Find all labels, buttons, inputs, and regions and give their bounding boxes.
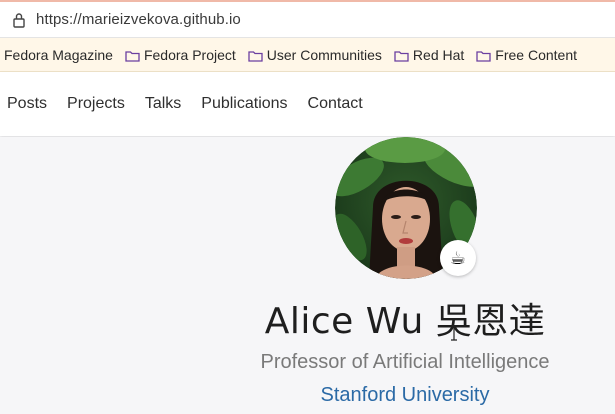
nav-contact[interactable]: Contact bbox=[308, 95, 363, 113]
profile-role: Professor of Artificial Intelligence bbox=[260, 351, 550, 373]
bookmark-fedora-magazine[interactable]: Fedora Magazine bbox=[4, 47, 113, 63]
bookmark-label: User Communities bbox=[266, 46, 382, 63]
folder-icon bbox=[394, 49, 409, 62]
coffee-icon: ☕ bbox=[449, 247, 467, 268]
bookmarks-bar: Fedora Magazine Fedora Project User Comm… bbox=[0, 38, 615, 72]
bookmark-label: Red Hat bbox=[412, 46, 465, 63]
lock-icon[interactable] bbox=[12, 12, 26, 28]
profile-name: Alice Wu 吳恩達 bbox=[264, 301, 546, 342]
nav-posts[interactable]: Posts bbox=[7, 95, 47, 113]
url-text[interactable]: https://marieizvekova.github.io bbox=[36, 11, 241, 28]
status-badge[interactable]: ☕ bbox=[440, 240, 476, 276]
text-cursor-icon bbox=[450, 325, 458, 341]
address-bar[interactable]: https://marieizvekova.github.io bbox=[0, 2, 615, 38]
bookmark-label: Fedora Magazine bbox=[4, 46, 113, 63]
folder-icon bbox=[476, 49, 491, 62]
bookmark-folder-red-hat[interactable]: Red Hat bbox=[394, 47, 464, 63]
nav-publications[interactable]: Publications bbox=[201, 95, 287, 113]
nav-talks[interactable]: Talks bbox=[145, 95, 181, 113]
bookmark-label: Free Content bbox=[495, 46, 577, 63]
bookmark-folder-free-content[interactable]: Free Content bbox=[476, 47, 577, 63]
site-nav: Posts Projects Talks Publications Contac… bbox=[0, 72, 615, 136]
folder-icon bbox=[125, 49, 140, 62]
profile-organization-link[interactable]: Stanford University bbox=[0, 384, 615, 407]
bookmark-folder-fedora-project[interactable]: Fedora Project bbox=[125, 47, 236, 63]
bookmark-label: Fedora Project bbox=[143, 46, 236, 63]
bookmark-folder-user-communities[interactable]: User Communities bbox=[248, 47, 382, 63]
folder-icon bbox=[248, 49, 263, 62]
nav-projects[interactable]: Projects bbox=[67, 95, 125, 113]
